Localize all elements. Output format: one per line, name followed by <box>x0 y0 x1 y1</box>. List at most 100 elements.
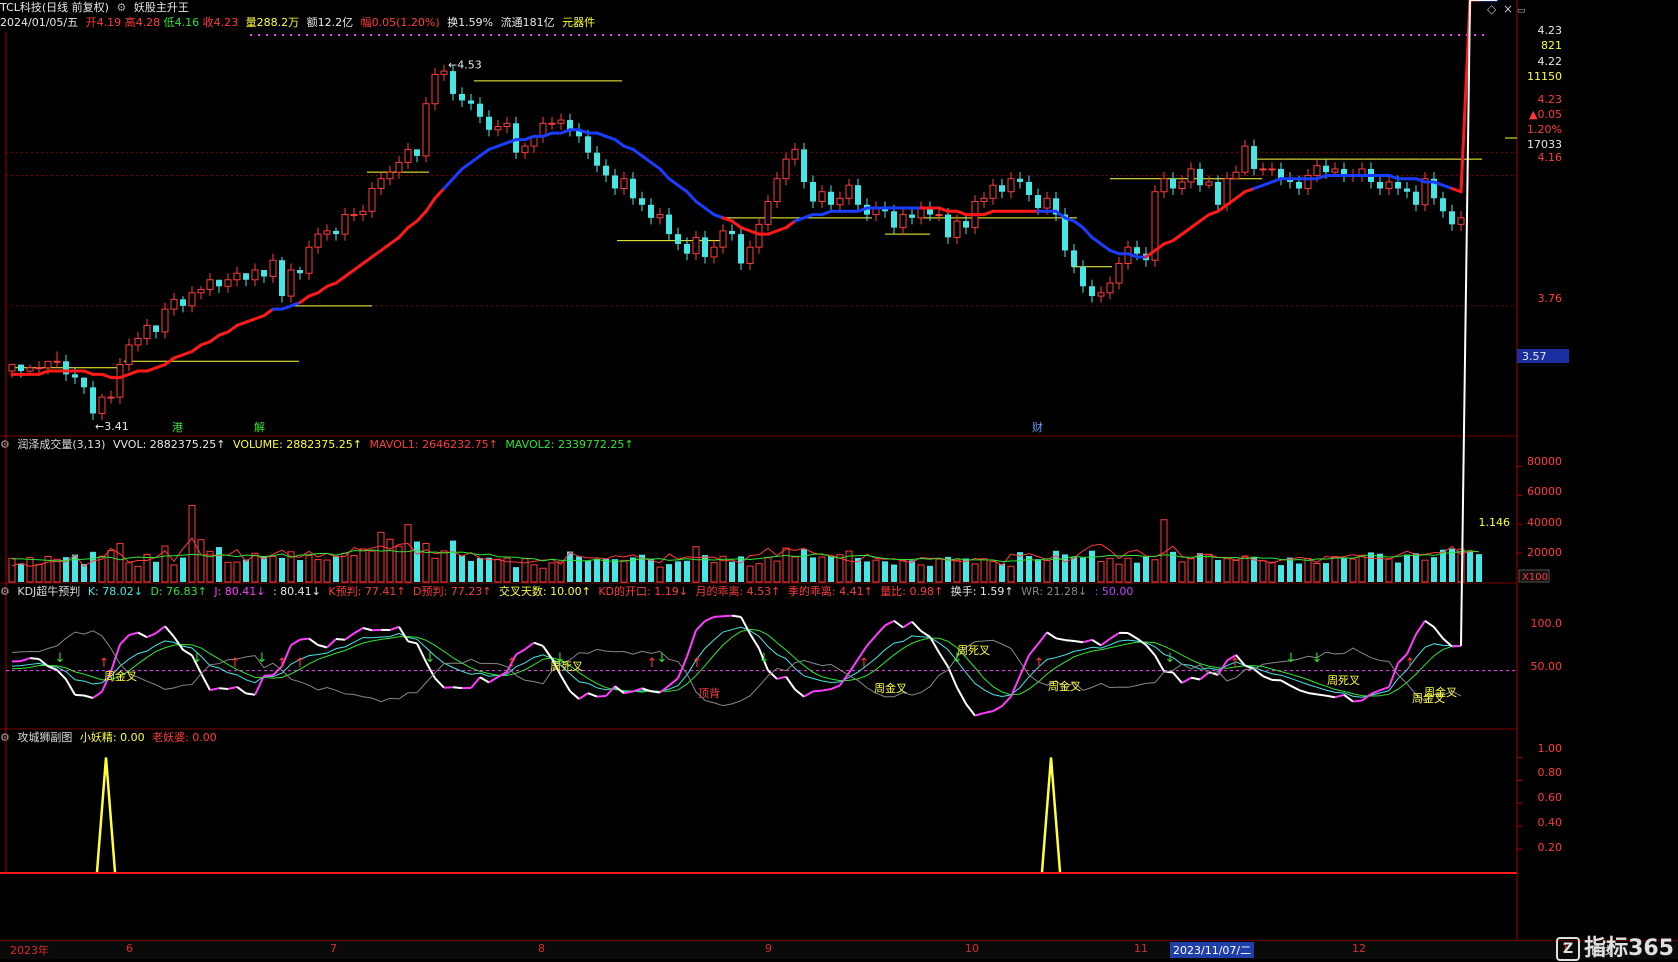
kdj-J-segment <box>1074 641 1083 642</box>
kdj-J-segment <box>1380 687 1389 690</box>
trend-ma-segment <box>390 237 399 244</box>
volume-bar <box>225 562 231 582</box>
volume-bar <box>927 566 933 582</box>
logo: Z指标365 <box>1556 930 1674 962</box>
mavol1-line <box>12 538 1479 566</box>
volume-bar <box>495 559 501 582</box>
kdj-cross-down-arrow: ↓ <box>657 651 668 666</box>
kdj-J-segment <box>561 676 570 691</box>
candle-body <box>819 192 825 202</box>
candle-body <box>909 215 915 218</box>
axis-volume-label: 60000 <box>1527 485 1562 498</box>
kdj-J-segment <box>480 677 489 682</box>
kdj-J-segment <box>525 643 534 650</box>
volume-bar <box>729 562 735 582</box>
candle-body <box>954 221 960 237</box>
volume-bar <box>360 549 366 582</box>
kdj-J-segment <box>669 678 678 685</box>
candle-body <box>1242 146 1248 172</box>
candle-body <box>9 365 15 372</box>
date-tick: 8 <box>538 942 545 955</box>
kdj-J-segment <box>1263 676 1272 680</box>
kdj-J-segment <box>237 687 246 693</box>
chart-svg: ←4.53←3.41港解财4.238214.22111504.23▲0.051.… <box>0 0 1678 958</box>
kdj-J-segment <box>984 711 993 713</box>
volume-bar <box>1107 558 1113 582</box>
candle-body <box>441 71 447 74</box>
kdj-J-segment <box>84 696 93 698</box>
kdj-cross-up-arrow: ↑ <box>507 656 518 671</box>
candle-body <box>387 172 393 179</box>
volume-bar <box>1350 559 1356 582</box>
kdj-J-segment <box>1191 678 1200 680</box>
trend-ma-segment <box>462 162 471 169</box>
kdj-J-segment <box>867 635 876 645</box>
candle-body <box>126 345 132 365</box>
volume-bar <box>792 557 798 582</box>
candle-body <box>504 123 510 126</box>
trend-ma-segment <box>615 140 624 147</box>
date-tick: 9 <box>765 942 772 955</box>
candle-body <box>1026 182 1032 195</box>
kdj-J-segment <box>732 616 741 617</box>
axis-volume-label: 20000 <box>1527 546 1562 559</box>
axis-volume-label: 40000 <box>1527 516 1562 529</box>
trend-ma-segment <box>192 345 201 352</box>
volume-bar <box>477 558 483 582</box>
kdj-J-segment <box>363 628 372 630</box>
candle-body <box>189 293 195 306</box>
candle-body <box>711 247 717 257</box>
volume-bar <box>306 556 312 582</box>
kdj-J-segment <box>948 667 957 688</box>
trend-ma-segment <box>732 221 741 228</box>
trend-ma-segment <box>408 221 417 228</box>
volume-bar <box>1395 563 1401 583</box>
trend-ma-segment <box>471 156 480 163</box>
volume-bar <box>1143 556 1149 582</box>
kdj-J-segment <box>534 643 543 646</box>
kdj-J-segment <box>30 658 39 659</box>
trend-ma-segment <box>345 270 354 277</box>
kdj-J-segment <box>1317 694 1326 695</box>
date-axis-bar: 2023年 6 7 8 9 10 11 2023/11/07/二 12 1 日线 <box>0 940 1678 959</box>
candle-body <box>1008 179 1014 192</box>
candle-body <box>1215 182 1221 205</box>
candle-body <box>891 211 897 227</box>
candle-body <box>414 149 420 156</box>
kdj-J-segment <box>246 693 255 694</box>
kdj-J-segment <box>912 622 921 631</box>
volume-bar <box>1008 566 1014 582</box>
candle-body <box>261 270 267 277</box>
candle-body <box>180 299 186 306</box>
axis-price-label: 11150 <box>1527 70 1562 83</box>
trend-ma-segment <box>1074 221 1083 228</box>
kdj-cross-up-arrow: ↑ <box>1405 656 1416 671</box>
date-tick: 7 <box>330 942 337 955</box>
candle-body <box>306 247 312 273</box>
kdj-J-segment <box>588 693 597 696</box>
volume-bar <box>252 553 258 582</box>
kdj-J-segment <box>201 673 210 690</box>
candle-body <box>747 247 753 263</box>
volume-bar <box>648 559 654 582</box>
trend-ma-segment <box>363 257 372 264</box>
candle-body <box>108 397 114 398</box>
kdj-J-segment <box>138 633 147 638</box>
kdj-J-segment <box>93 692 102 698</box>
trend-ma-segment <box>1236 192 1245 199</box>
kdj-signal-label: 周金叉 <box>1424 685 1457 699</box>
candle-body <box>756 224 762 247</box>
volume-bar <box>567 552 573 582</box>
axis-sub-label: 0.60 <box>1538 791 1563 804</box>
trend-ma-segment <box>642 156 651 163</box>
candle-body <box>684 244 690 254</box>
kdj-J-segment <box>309 639 318 645</box>
kdj-J-segment <box>903 622 912 628</box>
kdj-J-segment <box>228 687 237 689</box>
candle-body <box>90 387 96 413</box>
kdj-cross-down-arrow: ↓ <box>55 651 66 666</box>
kdj-J-segment <box>210 688 219 690</box>
kdj-J-segment <box>1389 663 1398 687</box>
candle-body <box>1044 198 1050 208</box>
candle-body <box>900 215 906 228</box>
